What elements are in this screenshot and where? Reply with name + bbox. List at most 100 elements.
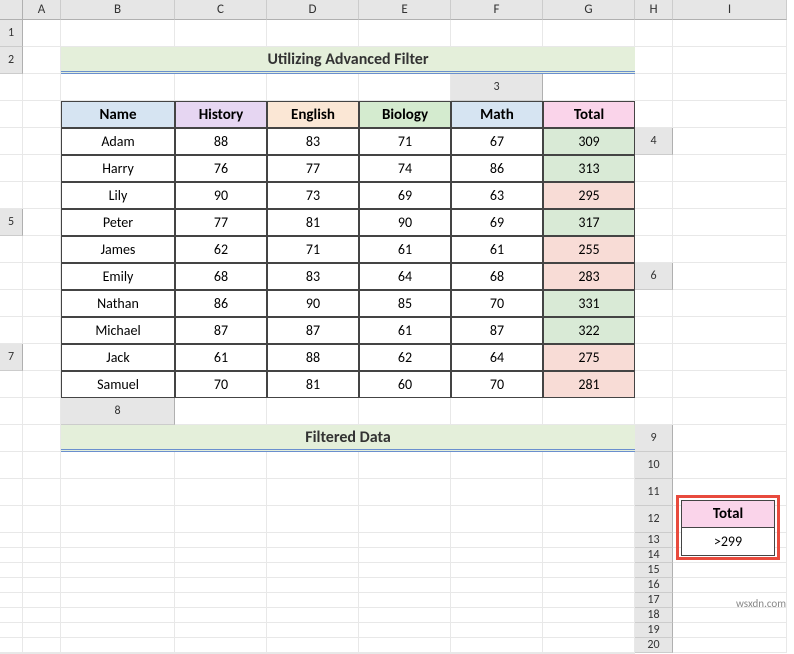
cell-C18[interactable] — [23, 623, 61, 638]
cell-A5[interactable] — [23, 209, 61, 236]
table-cell[interactable]: 283 — [543, 263, 635, 290]
cell-E12[interactable] — [175, 533, 267, 548]
cell-D7[interactable] — [0, 371, 23, 398]
cell-F9[interactable] — [267, 452, 359, 479]
cell-E11[interactable] — [175, 506, 267, 533]
row-header-8[interactable]: 8 — [61, 398, 175, 425]
cell-E1[interactable] — [359, 20, 451, 47]
cell-E18[interactable] — [175, 623, 267, 638]
cell-B18[interactable] — [0, 623, 23, 638]
select-all-corner[interactable] — [0, 0, 23, 20]
table-cell[interactable]: 88 — [175, 128, 267, 155]
cell-D10[interactable] — [61, 479, 175, 506]
cell-D16[interactable] — [61, 593, 175, 608]
table-cell[interactable]: 61 — [175, 344, 267, 371]
cell-F11[interactable] — [267, 506, 359, 533]
cell-I6[interactable] — [673, 317, 787, 344]
cell-F18[interactable] — [267, 623, 359, 638]
cell-B2[interactable] — [635, 47, 673, 74]
cell-B19[interactable] — [0, 638, 23, 653]
row-header-10[interactable]: 10 — [635, 452, 673, 479]
table-cell[interactable]: 83 — [267, 128, 359, 155]
cell-H12[interactable] — [451, 533, 543, 548]
cell-I8[interactable] — [23, 425, 61, 452]
table-cell[interactable]: 77 — [175, 209, 267, 236]
cell-A6[interactable] — [673, 263, 787, 290]
cell-G19[interactable] — [359, 638, 451, 653]
cell-E19[interactable] — [175, 638, 267, 653]
cell-B6[interactable] — [0, 290, 23, 317]
col-header-C[interactable]: C — [175, 0, 267, 20]
cell-E17[interactable] — [175, 608, 267, 623]
cell-G9[interactable] — [359, 452, 451, 479]
row-header-19[interactable]: 19 — [635, 623, 673, 638]
cell-G11[interactable] — [359, 506, 451, 533]
cell-C19[interactable] — [23, 638, 61, 653]
row-header-1[interactable]: 1 — [0, 20, 23, 47]
cell-E15[interactable] — [175, 578, 267, 593]
table-cell[interactable]: 331 — [543, 290, 635, 317]
cell-D8[interactable] — [451, 398, 543, 425]
cell-D17[interactable] — [61, 608, 175, 623]
cell-G14[interactable] — [359, 563, 451, 578]
cell-C7[interactable] — [673, 344, 787, 371]
table-cell[interactable]: 74 — [359, 155, 451, 182]
row-header-17[interactable]: 17 — [635, 593, 673, 608]
table-cell[interactable]: 313 — [543, 155, 635, 182]
table-cell[interactable]: Michael — [61, 317, 175, 344]
cell-D15[interactable] — [61, 578, 175, 593]
row-header-11[interactable]: 11 — [635, 479, 673, 506]
table-cell[interactable]: 64 — [359, 263, 451, 290]
table-cell[interactable]: 83 — [267, 263, 359, 290]
cell-I4[interactable] — [673, 182, 787, 209]
title-filtered-data[interactable]: Filtered Data — [61, 425, 635, 452]
table-cell[interactable]: 70 — [175, 371, 267, 398]
cell-F16[interactable] — [267, 593, 359, 608]
cell-A10[interactable] — [673, 452, 787, 479]
table-cell[interactable]: 71 — [359, 128, 451, 155]
cell-H5[interactable] — [0, 263, 23, 290]
table-cell[interactable]: 71 — [267, 236, 359, 263]
cell-G12[interactable] — [359, 533, 451, 548]
cell-G10[interactable] — [359, 479, 451, 506]
col-header-D[interactable]: D — [267, 0, 359, 20]
row-header-14[interactable]: 14 — [635, 548, 673, 563]
cell-H19[interactable] — [451, 638, 543, 653]
col-header-F[interactable]: F — [451, 0, 543, 20]
cell-F4[interactable] — [0, 182, 23, 209]
cell-D1[interactable] — [267, 20, 359, 47]
cell-I5[interactable] — [23, 263, 61, 290]
cell-B16[interactable] — [0, 593, 23, 608]
cell-D6[interactable] — [635, 290, 673, 317]
cell-C17[interactable] — [23, 608, 61, 623]
cell-F7[interactable] — [635, 371, 673, 398]
cell-C12[interactable] — [23, 533, 61, 548]
cell-G18[interactable] — [359, 623, 451, 638]
table-cell[interactable]: 309 — [543, 128, 635, 155]
cell-D2[interactable] — [0, 74, 23, 101]
cell-H16[interactable] — [451, 593, 543, 608]
cell-A18[interactable] — [673, 608, 787, 623]
cell-A4[interactable] — [673, 128, 787, 155]
cell-E14[interactable] — [175, 563, 267, 578]
table-cell[interactable]: 87 — [175, 317, 267, 344]
table-header-math[interactable]: Math — [451, 101, 543, 128]
cell-D9[interactable] — [61, 452, 175, 479]
title-advanced-filter[interactable]: Utilizing Advanced Filter — [61, 47, 635, 74]
cell-E16[interactable] — [175, 593, 267, 608]
cell-H11[interactable] — [451, 506, 543, 533]
col-header-A[interactable]: A — [23, 0, 61, 20]
table-cell[interactable]: 90 — [359, 209, 451, 236]
cell-C5[interactable] — [673, 209, 787, 236]
cell-C2[interactable] — [673, 47, 787, 74]
table-cell[interactable]: 86 — [175, 290, 267, 317]
table-cell[interactable]: 85 — [359, 290, 451, 317]
cell-E2[interactable] — [23, 74, 61, 101]
table-cell[interactable]: James — [61, 236, 175, 263]
cell-F8[interactable] — [635, 398, 673, 425]
criteria-header[interactable]: Total — [681, 500, 775, 528]
col-header-G[interactable]: G — [543, 0, 635, 20]
table-cell[interactable]: 76 — [175, 155, 267, 182]
row-header-6[interactable]: 6 — [635, 263, 673, 290]
cell-A15[interactable] — [673, 563, 787, 578]
